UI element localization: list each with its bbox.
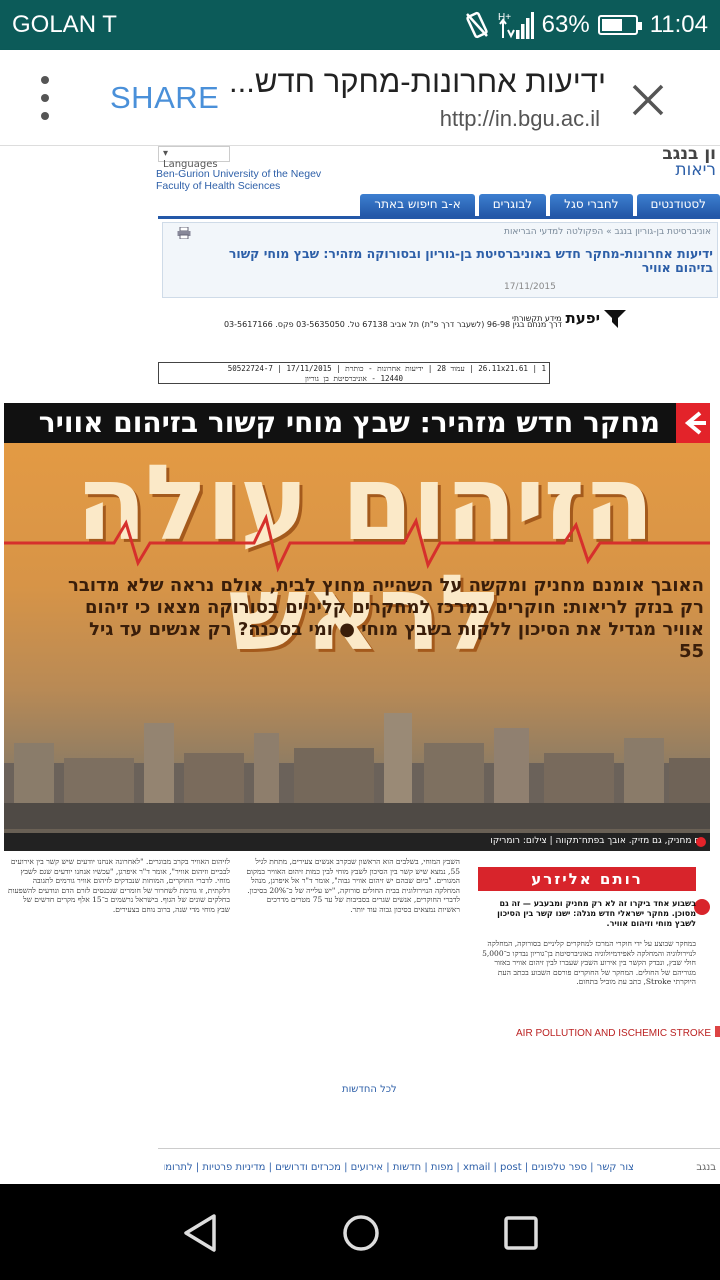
footer-divider bbox=[158, 1148, 720, 1149]
page-url: http://in.bgu.ac.il bbox=[439, 106, 600, 131]
all-news-link[interactable]: לכל החדשות bbox=[342, 1084, 397, 1095]
pdf-icon bbox=[715, 1026, 720, 1037]
heartbeat-line-icon bbox=[4, 513, 710, 573]
overflow-menu-icon[interactable] bbox=[30, 76, 60, 120]
clock: 11:04 bbox=[649, 11, 708, 38]
clipping-table: 26.11x21.61 | 1 | עמוד 28 | ידיעות אחרונ… bbox=[158, 362, 550, 384]
article-lead: בשבוע אחד ביקרו זה לא רק מחניק ומבעבע — … bbox=[497, 899, 696, 928]
article-header: אוניברסיטת בן-גוריון בנגב » הפקולטה למדע… bbox=[162, 222, 718, 298]
vibrate-icon bbox=[465, 11, 488, 39]
close-icon[interactable] bbox=[626, 80, 670, 120]
language-select[interactable]: ▾ Languages bbox=[158, 146, 230, 170]
print-icon[interactable] bbox=[177, 227, 191, 239]
breadcrumb[interactable]: אוניברסיטת בן-גוריון בנגב » הפקולטה למדע… bbox=[504, 227, 711, 237]
yifat-logo-icon bbox=[604, 310, 626, 328]
university-name: Ben-Gurion University of the Negev bbox=[156, 168, 322, 180]
city-skyline bbox=[4, 713, 710, 829]
photo-caption: גם מחניק, גם מזיק. אובך בפתח־תקווה | ציל… bbox=[4, 833, 710, 851]
article-columns: רותם אליזרע בשבוע אחד ביקרו זה לא רק מחנ… bbox=[4, 857, 710, 1009]
footer-cut-text: בנגב bbox=[696, 1162, 716, 1173]
carrier-name: GOLAN T bbox=[12, 11, 117, 38]
battery-icon bbox=[597, 15, 642, 35]
pdf-link[interactable]: AIR POLLUTION AND ISCHEMIC STROKE bbox=[516, 1026, 720, 1039]
newspaper-kicker: מחקר חדש מזהיר: שבץ מוחי קשור בזיהום אוו… bbox=[4, 403, 710, 443]
tab-students[interactable]: לסטודנטים bbox=[636, 194, 720, 216]
author-name: רותם אליזרע bbox=[478, 867, 696, 891]
article-column-2: השבץ המוחי, בשלבים הוא הראשון שבקרב אנשי… bbox=[246, 857, 460, 914]
article-column-1: במחקר שבוצע על ידי חוקרי המרכז למחקרים ק… bbox=[482, 939, 696, 986]
tab-search[interactable]: א-ב חיפוש באתר bbox=[360, 194, 475, 216]
status-indicators: H+ 63% 11:04 bbox=[464, 10, 708, 40]
article-title: ידיעות אחרונות-מחקר חדש באוניברסיטת בן-ג… bbox=[228, 246, 713, 275]
article-column-3: לזיהום האוויר בקרב מבוגרים. "לאחרונה אנח… bbox=[8, 857, 230, 914]
arrow-icon bbox=[676, 403, 710, 443]
signal-icon: H+ bbox=[498, 12, 534, 39]
pdf-link-label: AIR POLLUTION AND ISCHEMIC STROKE bbox=[516, 1028, 712, 1039]
caption-dot-icon bbox=[696, 837, 706, 847]
web-content[interactable]: ▾ Languages Ben-Gurion University of the… bbox=[0, 146, 720, 1184]
newspaper-clipping-image: מחקר חדש מזהיר: שבץ מוחי קשור בזיהום אוו… bbox=[4, 403, 710, 851]
article-date: 17/11/2015 bbox=[504, 282, 556, 292]
clipping-logo: מידע תקשורתי יפעת bbox=[512, 308, 626, 328]
footer-links[interactable]: צור קשר | ספר טלפונים | xmail | post | מ… bbox=[164, 1162, 634, 1173]
back-icon[interactable] bbox=[176, 1208, 226, 1258]
clipping-header: דרך מנחם בגין 96-98 (לשעבר דרך פ"ת) תל א… bbox=[132, 306, 626, 336]
university-link[interactable]: Ben-Gurion University of the Negev Facul… bbox=[156, 168, 321, 192]
page-title: ידיעות אחרונות-מחקר חדש... bbox=[229, 64, 606, 99]
clipping-contact: דרך מנחם בגין 96-98 (לשעבר דרך פ"ת) תל א… bbox=[223, 320, 562, 329]
lead-bullet-icon bbox=[694, 899, 710, 915]
share-button[interactable]: SHARE bbox=[110, 80, 219, 116]
tab-staff[interactable]: לחברי סגל bbox=[550, 194, 633, 216]
tab-alumni[interactable]: לבוגרים bbox=[478, 194, 547, 216]
status-bar: GOLAN T H+ 63% 11:04 bbox=[0, 0, 720, 50]
site-header-cut: ון בנגב ריאות bbox=[662, 146, 716, 180]
home-icon[interactable] bbox=[336, 1208, 386, 1258]
recents-icon[interactable] bbox=[496, 1208, 546, 1258]
nav-divider bbox=[158, 216, 720, 219]
system-nav-bar bbox=[0, 1184, 720, 1280]
battery-percent: 63% bbox=[541, 11, 590, 38]
newspaper-subtitle: האובך אומנם מחניק ומקשה על השהייה מחוץ ל… bbox=[68, 575, 704, 662]
faculty-name: Faculty of Health Sciences bbox=[156, 180, 281, 192]
site-nav: לסטודנטים לחברי סגל לבוגרים א-ב חיפוש בא… bbox=[158, 194, 720, 216]
custom-tab-toolbar: SHARE ידיעות אחרונות-מחקר חדש... http://… bbox=[0, 50, 720, 146]
